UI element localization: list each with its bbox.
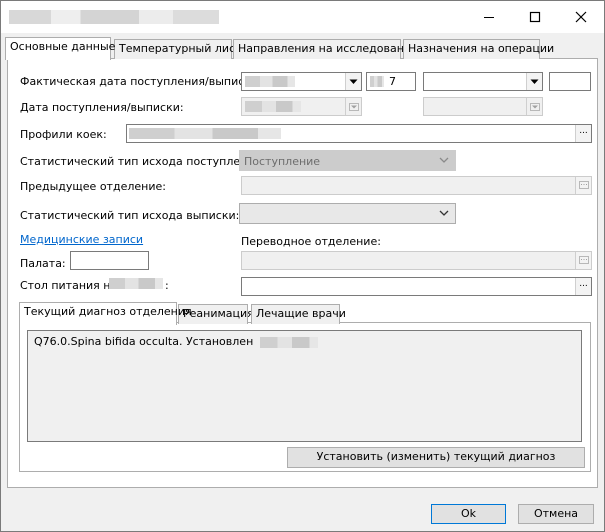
bed-profiles-value-redacted: [129, 128, 281, 139]
ok-button[interactable]: Ok: [431, 504, 506, 524]
minimize-icon: [484, 17, 494, 18]
diet-label-colon: :: [165, 279, 169, 292]
bed-profiles-label: Профили коек:: [20, 128, 107, 141]
transfer-department-ellipsis-icon: [575, 252, 591, 269]
admission-date-picker: [241, 97, 362, 116]
admission-discharge-dropdown: [526, 98, 542, 115]
ellipsis-icon: [578, 181, 589, 189]
actual-time-field[interactable]: 7: [366, 72, 416, 91]
actual-date-label: Фактическая дата поступления/выписки:: [20, 75, 262, 88]
set-diagnosis-button[interactable]: Установить (изменить) текущий диагноз: [287, 447, 585, 468]
diet-label: Стол питания на: [20, 279, 118, 292]
stat-outcome-discharge-label: Статистический тип исхода выписки:: [20, 209, 240, 222]
ward-field[interactable]: [70, 251, 149, 270]
dialog-window: Основные данные Температурный лист Напра…: [0, 0, 605, 532]
maximize-icon: [529, 11, 541, 23]
chevron-down-icon: [348, 102, 359, 111]
tab-main-data[interactable]: Основные данные: [5, 37, 115, 60]
cancel-button[interactable]: Отмена: [518, 504, 594, 524]
diet-field[interactable]: ...: [241, 277, 592, 296]
tab-current-diagnosis[interactable]: Текущий диагноз отделения: [19, 302, 192, 325]
stat-outcome-discharge-select[interactable]: [239, 203, 456, 224]
chevron-down-icon: [439, 210, 449, 216]
window-title-redacted: [9, 10, 219, 24]
bed-profiles-field[interactable]: ...: [126, 124, 592, 143]
actual-time-redacted: [370, 76, 384, 87]
chevron-down-icon: [349, 79, 358, 84]
admission-date-value-redacted: [245, 101, 301, 112]
prev-department-label: Предыдущее отделение:: [20, 180, 166, 193]
admission-discharge-date-picker: [423, 97, 543, 116]
diet-ellipsis-button[interactable]: ...: [575, 278, 591, 295]
chevron-down-icon: [530, 79, 539, 84]
diet-date-redacted: [109, 278, 163, 289]
chevron-down-icon: [529, 102, 540, 111]
prev-department-ellipsis-icon: [575, 177, 591, 194]
actual-date-picker[interactable]: [241, 72, 362, 91]
discharge-time-field[interactable]: [549, 72, 591, 91]
stat-outcome-admission-label: Статистический тип исхода поступления:: [20, 155, 265, 168]
discharge-date-dropdown[interactable]: [526, 73, 542, 90]
title-bar: [1, 1, 604, 33]
ward-label: Палата:: [20, 257, 66, 270]
close-icon: [575, 11, 587, 23]
ellipsis-icon: [578, 256, 589, 264]
current-diagnosis-area[interactable]: Q76.0.Spina bifida occulta. Установлен: [27, 330, 582, 442]
diagnosis-text: Q76.0.Spina bifida occulta. Установлен: [34, 335, 254, 348]
stat-outcome-admission-select: Поступление: [239, 150, 456, 171]
actual-date-dropdown[interactable]: [345, 73, 361, 90]
minimize-button[interactable]: [466, 1, 512, 33]
actual-date-value-redacted: [245, 76, 295, 87]
bed-profiles-ellipsis-button[interactable]: ...: [575, 125, 591, 142]
tab-temperature-sheet[interactable]: Температурный лист: [114, 39, 242, 59]
admission-date-label: Дата поступления/выписки:: [20, 101, 184, 114]
close-button[interactable]: [558, 1, 604, 33]
maximize-button[interactable]: [512, 1, 558, 33]
stat-outcome-admission-value: Поступление: [244, 155, 321, 168]
transfer-department-label: Переводное отделение:: [241, 235, 381, 248]
discharge-date-picker[interactable]: [423, 72, 543, 91]
diagnosis-date-redacted: [259, 336, 318, 348]
chevron-down-icon: [439, 157, 449, 163]
transfer-department-field: [241, 251, 592, 270]
medical-records-link[interactable]: Медицинские записи: [20, 233, 143, 246]
prev-department-field: [241, 176, 592, 195]
tab-research-referrals[interactable]: Направления на исследования: [233, 39, 418, 59]
actual-time-partial: 7: [389, 75, 396, 88]
admission-date-dropdown: [345, 98, 361, 115]
tab-attending-doctors[interactable]: Лечащие врачи: [251, 304, 346, 324]
tab-operation-appointments[interactable]: Назначения на операции: [403, 39, 554, 59]
